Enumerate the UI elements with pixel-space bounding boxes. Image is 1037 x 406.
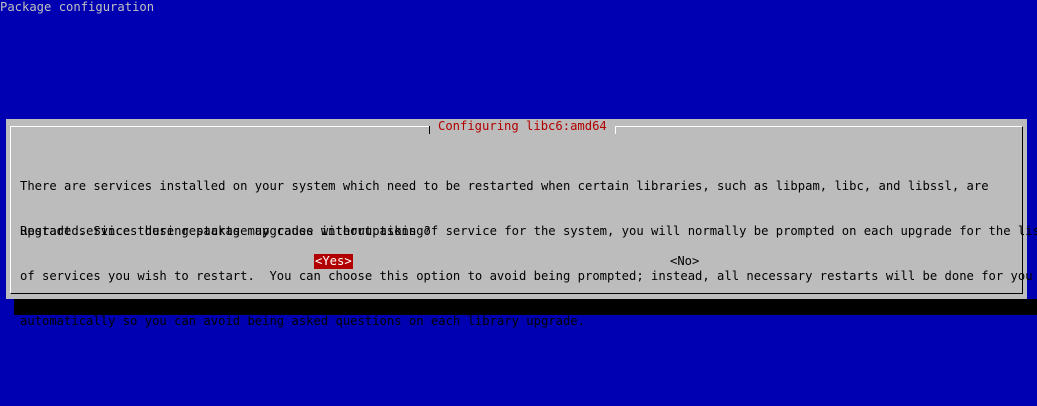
dialog-title: Configuring libc6:amd64 — [438, 119, 607, 133]
backtitle: Package configuration — [0, 0, 155, 14]
dialog-message: There are services installed on your sys… — [20, 149, 1037, 359]
configuration-dialog: Configuring libc6:amd64 There are servic… — [6, 119, 1037, 328]
message-line-3: of services you wish to restart. You can… — [20, 269, 1033, 283]
dialog-title-wrap: Configuring libc6:amd64 — [429, 119, 616, 134]
dialog-question: Restart services during package upgrades… — [20, 224, 431, 238]
no-button[interactable]: <No> — [670, 254, 699, 269]
message-line-1: There are services installed on your sys… — [20, 179, 989, 193]
message-line-4: automatically so you can avoid being ask… — [20, 314, 585, 328]
yes-button[interactable]: <Yes> — [314, 254, 353, 269]
